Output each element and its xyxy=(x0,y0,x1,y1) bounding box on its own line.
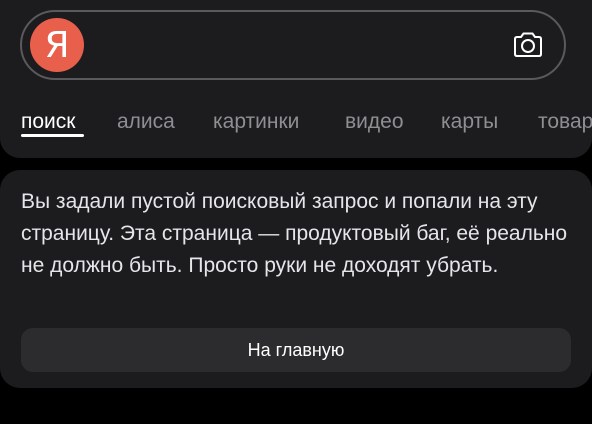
tab-search[interactable]: поиск xyxy=(21,110,75,134)
active-tab-indicator xyxy=(21,134,84,137)
empty-query-message: Вы задали пустой поисковый запрос и попа… xyxy=(21,190,568,277)
page: Я поиск алиса картинки видео карты товар… xyxy=(0,0,592,424)
tab-video[interactable]: видео xyxy=(345,110,404,134)
empty-query-card: Вы задали пустой поисковый запрос и попа… xyxy=(0,170,592,388)
search-tabs: поиск алиса картинки видео карты товары xyxy=(0,110,592,156)
search-bar[interactable]: Я xyxy=(20,10,566,80)
yandex-logo[interactable]: Я xyxy=(30,18,84,72)
tab-alice[interactable]: алиса xyxy=(117,110,175,134)
tab-maps[interactable]: карты xyxy=(441,110,498,134)
tab-images[interactable]: картинки xyxy=(213,110,299,134)
search-input[interactable] xyxy=(98,22,502,70)
home-button[interactable]: На главную xyxy=(21,328,571,372)
header-panel: Я поиск алиса картинки видео карты товар… xyxy=(0,0,592,158)
camera-icon[interactable] xyxy=(510,27,546,63)
tab-products[interactable]: товары xyxy=(538,110,592,134)
logo-letter: Я xyxy=(44,24,70,66)
